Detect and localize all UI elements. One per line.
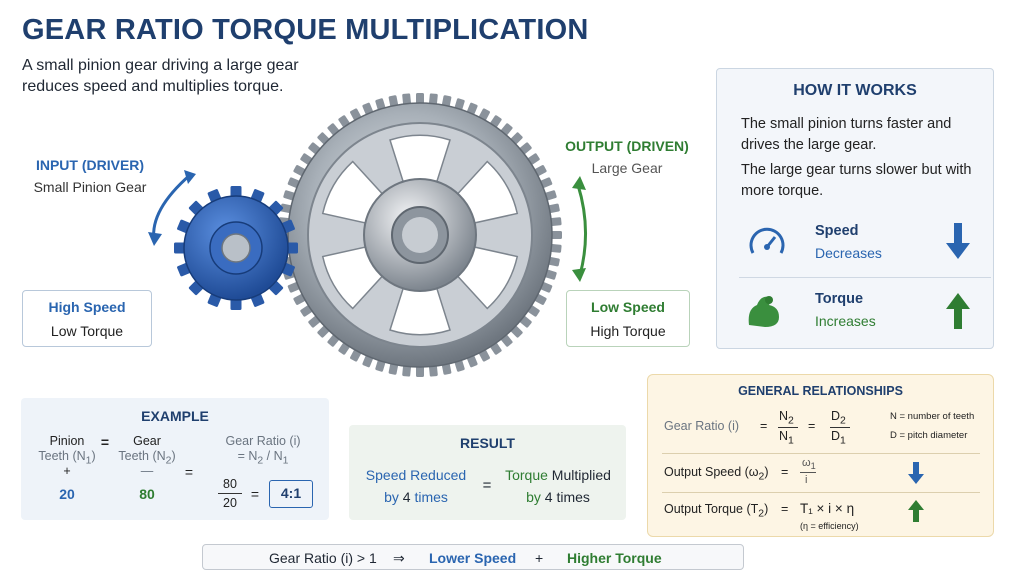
speed-reduced-line2: by 4 times xyxy=(384,489,448,505)
how-paragraph-1: The small pinion turns faster and drives… xyxy=(741,116,952,153)
output-label: OUTPUT (DRIVEN) Large Gear xyxy=(562,138,692,176)
ratio-result: 4:1 xyxy=(269,480,313,508)
equals-sign-3: = xyxy=(250,486,260,502)
input-torque: Low Torque xyxy=(50,323,124,339)
rel-fraction-bar-3 xyxy=(800,472,816,473)
rel-eq-1: = xyxy=(760,419,768,433)
note-diameter: D = pitch diameter xyxy=(890,430,968,441)
rel-fraction-bar-1 xyxy=(778,427,798,428)
speed-reduced-line1: Speed Reduced xyxy=(365,467,467,483)
fraction-denominator: 20 xyxy=(223,496,237,510)
arrow-down-icon xyxy=(908,462,924,484)
how-it-works-panel: HOW IT WORKS The small pinion turns fast… xyxy=(716,68,994,349)
torque-multiplied-line1: Torque Multiplied xyxy=(505,467,611,483)
equals-sign-2: = xyxy=(184,464,194,480)
pinion-gear xyxy=(174,186,298,310)
bottom-summary-bar: Gear Ratio (i) > 1 ⇒ Lower Speed + Highe… xyxy=(202,544,744,570)
input-subheading: Small Pinion Gear xyxy=(33,179,147,195)
gear-label: Gear xyxy=(133,434,161,448)
rel-efficiency-note: (η = efficiency) xyxy=(800,521,859,531)
speedometer-icon xyxy=(749,227,785,254)
result-panel: RESULT Speed Reduced by 4 times = Torque… xyxy=(349,425,626,520)
input-heading: INPUT (DRIVER) xyxy=(35,157,145,173)
rel-torque-formula: T₁ × i × η xyxy=(800,501,855,516)
how-paragraph-2: The large gear turns slower but with mor… xyxy=(741,162,972,199)
result-equals: = xyxy=(482,477,492,494)
rel-eq-3: = xyxy=(781,465,789,479)
rel-torque-label: Output Torque (T2) xyxy=(664,502,769,520)
torque-multiplied-line2: by 4 times xyxy=(526,489,590,505)
result-title: RESULT xyxy=(460,435,515,451)
input-label: INPUT (DRIVER) Small Pinion Gear xyxy=(30,157,150,195)
fraction-bar xyxy=(218,493,242,494)
ratio-formula: = N2 / N1 xyxy=(237,449,289,467)
rel-divider-2 xyxy=(662,492,980,493)
relationships-title: GENERAL RELATIONSHIPS xyxy=(738,384,903,398)
speed-label: Speed xyxy=(815,223,859,239)
arrow-up-icon xyxy=(908,500,924,522)
rel-eq-4: = xyxy=(781,502,789,516)
rel-d1: D1 xyxy=(831,429,846,447)
output-speed-box: Low Speed High Torque xyxy=(566,290,690,347)
summary-condition: Gear Ratio (i) > 1 xyxy=(269,550,377,566)
rel-n1: N1 xyxy=(779,429,794,447)
flexed-arm-icon xyxy=(748,296,779,327)
arrow-up-icon xyxy=(946,293,970,329)
torque-value: Increases xyxy=(815,313,876,329)
example-panel: EXAMPLE Pinion Teeth (N1) + 20 = Gear Te… xyxy=(21,398,329,520)
summary-implies: ⇒ xyxy=(393,550,405,566)
speed-row: Speed Decreases xyxy=(739,213,975,275)
arrow-down-icon xyxy=(946,223,970,259)
torque-label: Torque xyxy=(815,291,864,307)
plus-sign: + xyxy=(63,464,71,478)
speed-value: Decreases xyxy=(815,245,882,261)
summary-higher-torque: Higher Torque xyxy=(567,550,662,566)
how-title: HOW IT WORKS xyxy=(793,82,917,99)
rel-fraction-bar-2 xyxy=(830,427,850,428)
rel-n2: N2 xyxy=(779,409,794,427)
input-speed: High Speed xyxy=(48,299,126,315)
rel-speed-label: Output Speed (ω2) xyxy=(664,465,769,483)
torque-row: Torque Increases xyxy=(739,281,975,343)
input-speed-box: High Speed Low Torque xyxy=(22,290,152,347)
gear-illustration xyxy=(148,93,587,377)
rel-speed-num: ω1 xyxy=(802,457,816,472)
rel-speed-den: i xyxy=(805,474,808,486)
rel-d2: D2 xyxy=(831,409,846,427)
fraction-numerator: 80 xyxy=(223,477,237,491)
gear-value: 80 xyxy=(139,486,155,502)
output-speed: Low Speed xyxy=(591,299,665,315)
rel-divider-1 xyxy=(662,453,980,454)
summary-plus: + xyxy=(535,550,544,566)
page-title: GEAR RATIO TORQUE MULTIPLICATION xyxy=(22,14,589,46)
output-torque: High Torque xyxy=(590,323,666,339)
pinion-value: 20 xyxy=(59,486,75,502)
rel-ratio-label: Gear Ratio (i) xyxy=(664,419,740,433)
equals-sign: = xyxy=(100,434,110,450)
rotation-arrow-green xyxy=(576,184,587,276)
output-heading: OUTPUT (DRIVEN) xyxy=(565,138,689,154)
output-subheading: Large Gear xyxy=(591,160,663,176)
summary-lower-speed: Lower Speed xyxy=(429,550,517,566)
example-title: EXAMPLE xyxy=(141,408,209,424)
note-teeth: N = number of teeth xyxy=(890,411,975,422)
dash-sign: — xyxy=(140,464,154,478)
pinion-label: Pinion xyxy=(49,434,85,448)
ratio-label: Gear Ratio (i) xyxy=(225,434,301,448)
general-relationships-panel: GENERAL RELATIONSHIPS Gear Ratio (i) = N… xyxy=(647,374,994,537)
how-divider xyxy=(739,277,991,278)
large-gear xyxy=(278,93,562,377)
rel-eq-2: = xyxy=(808,419,816,433)
